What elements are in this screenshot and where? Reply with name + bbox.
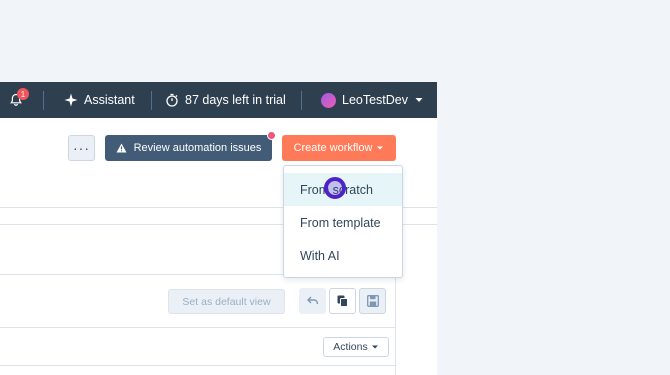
divider [301, 91, 302, 110]
timer-icon [166, 93, 178, 107]
review-automation-issues-button[interactable]: Review automation issues [105, 135, 272, 161]
divider [395, 274, 396, 375]
divider [0, 365, 395, 366]
undo-button[interactable] [299, 288, 326, 314]
actions-label: Actions [333, 341, 368, 353]
trial-label: 87 days left in trial [185, 93, 286, 107]
menu-item-from-template[interactable]: From template [284, 206, 402, 239]
default-view-label: Set as default view [182, 295, 271, 308]
more-icon: ··· [73, 140, 90, 156]
menu-item-with-ai[interactable]: With AI [284, 239, 402, 272]
account-menu[interactable]: LeoTestDev [321, 82, 424, 118]
notification-dot [267, 131, 276, 140]
set-default-view-button[interactable]: Set as default view [168, 289, 285, 314]
avatar [321, 92, 336, 108]
table-actions-button[interactable]: Actions [323, 337, 389, 357]
caret-down-icon [415, 98, 423, 102]
divider [151, 91, 152, 110]
caret-down-icon [377, 146, 384, 150]
top-nav-bar: 1 Assistant 87 days left in trial LeoTes… [0, 82, 437, 118]
caret-down-icon [371, 345, 378, 349]
assistant-label: Assistant [84, 93, 135, 107]
notifications-button[interactable]: 1 [9, 82, 29, 118]
sparkle-icon [64, 93, 78, 107]
user-name: LeoTestDev [342, 93, 409, 107]
undo-icon [306, 296, 318, 305]
assistant-button[interactable]: Assistant [64, 82, 135, 118]
divider [43, 91, 44, 110]
create-workflow-button[interactable]: Create workflow [282, 135, 396, 161]
trial-status-button[interactable]: 87 days left in trial [165, 82, 286, 118]
divider [0, 327, 395, 328]
mouse-cursor-indicator [324, 177, 346, 199]
save-icon [366, 295, 379, 307]
copy-icon [337, 295, 348, 307]
notification-badge: 1 [17, 88, 29, 100]
copy-view-button[interactable] [329, 288, 356, 314]
background-gutter [437, 118, 670, 375]
more-options-button[interactable]: ··· [68, 135, 95, 161]
save-view-button[interactable] [359, 288, 386, 314]
create-workflow-label: Create workflow [293, 142, 373, 154]
review-label: Review automation issues [133, 142, 262, 154]
warning-icon [116, 143, 127, 153]
